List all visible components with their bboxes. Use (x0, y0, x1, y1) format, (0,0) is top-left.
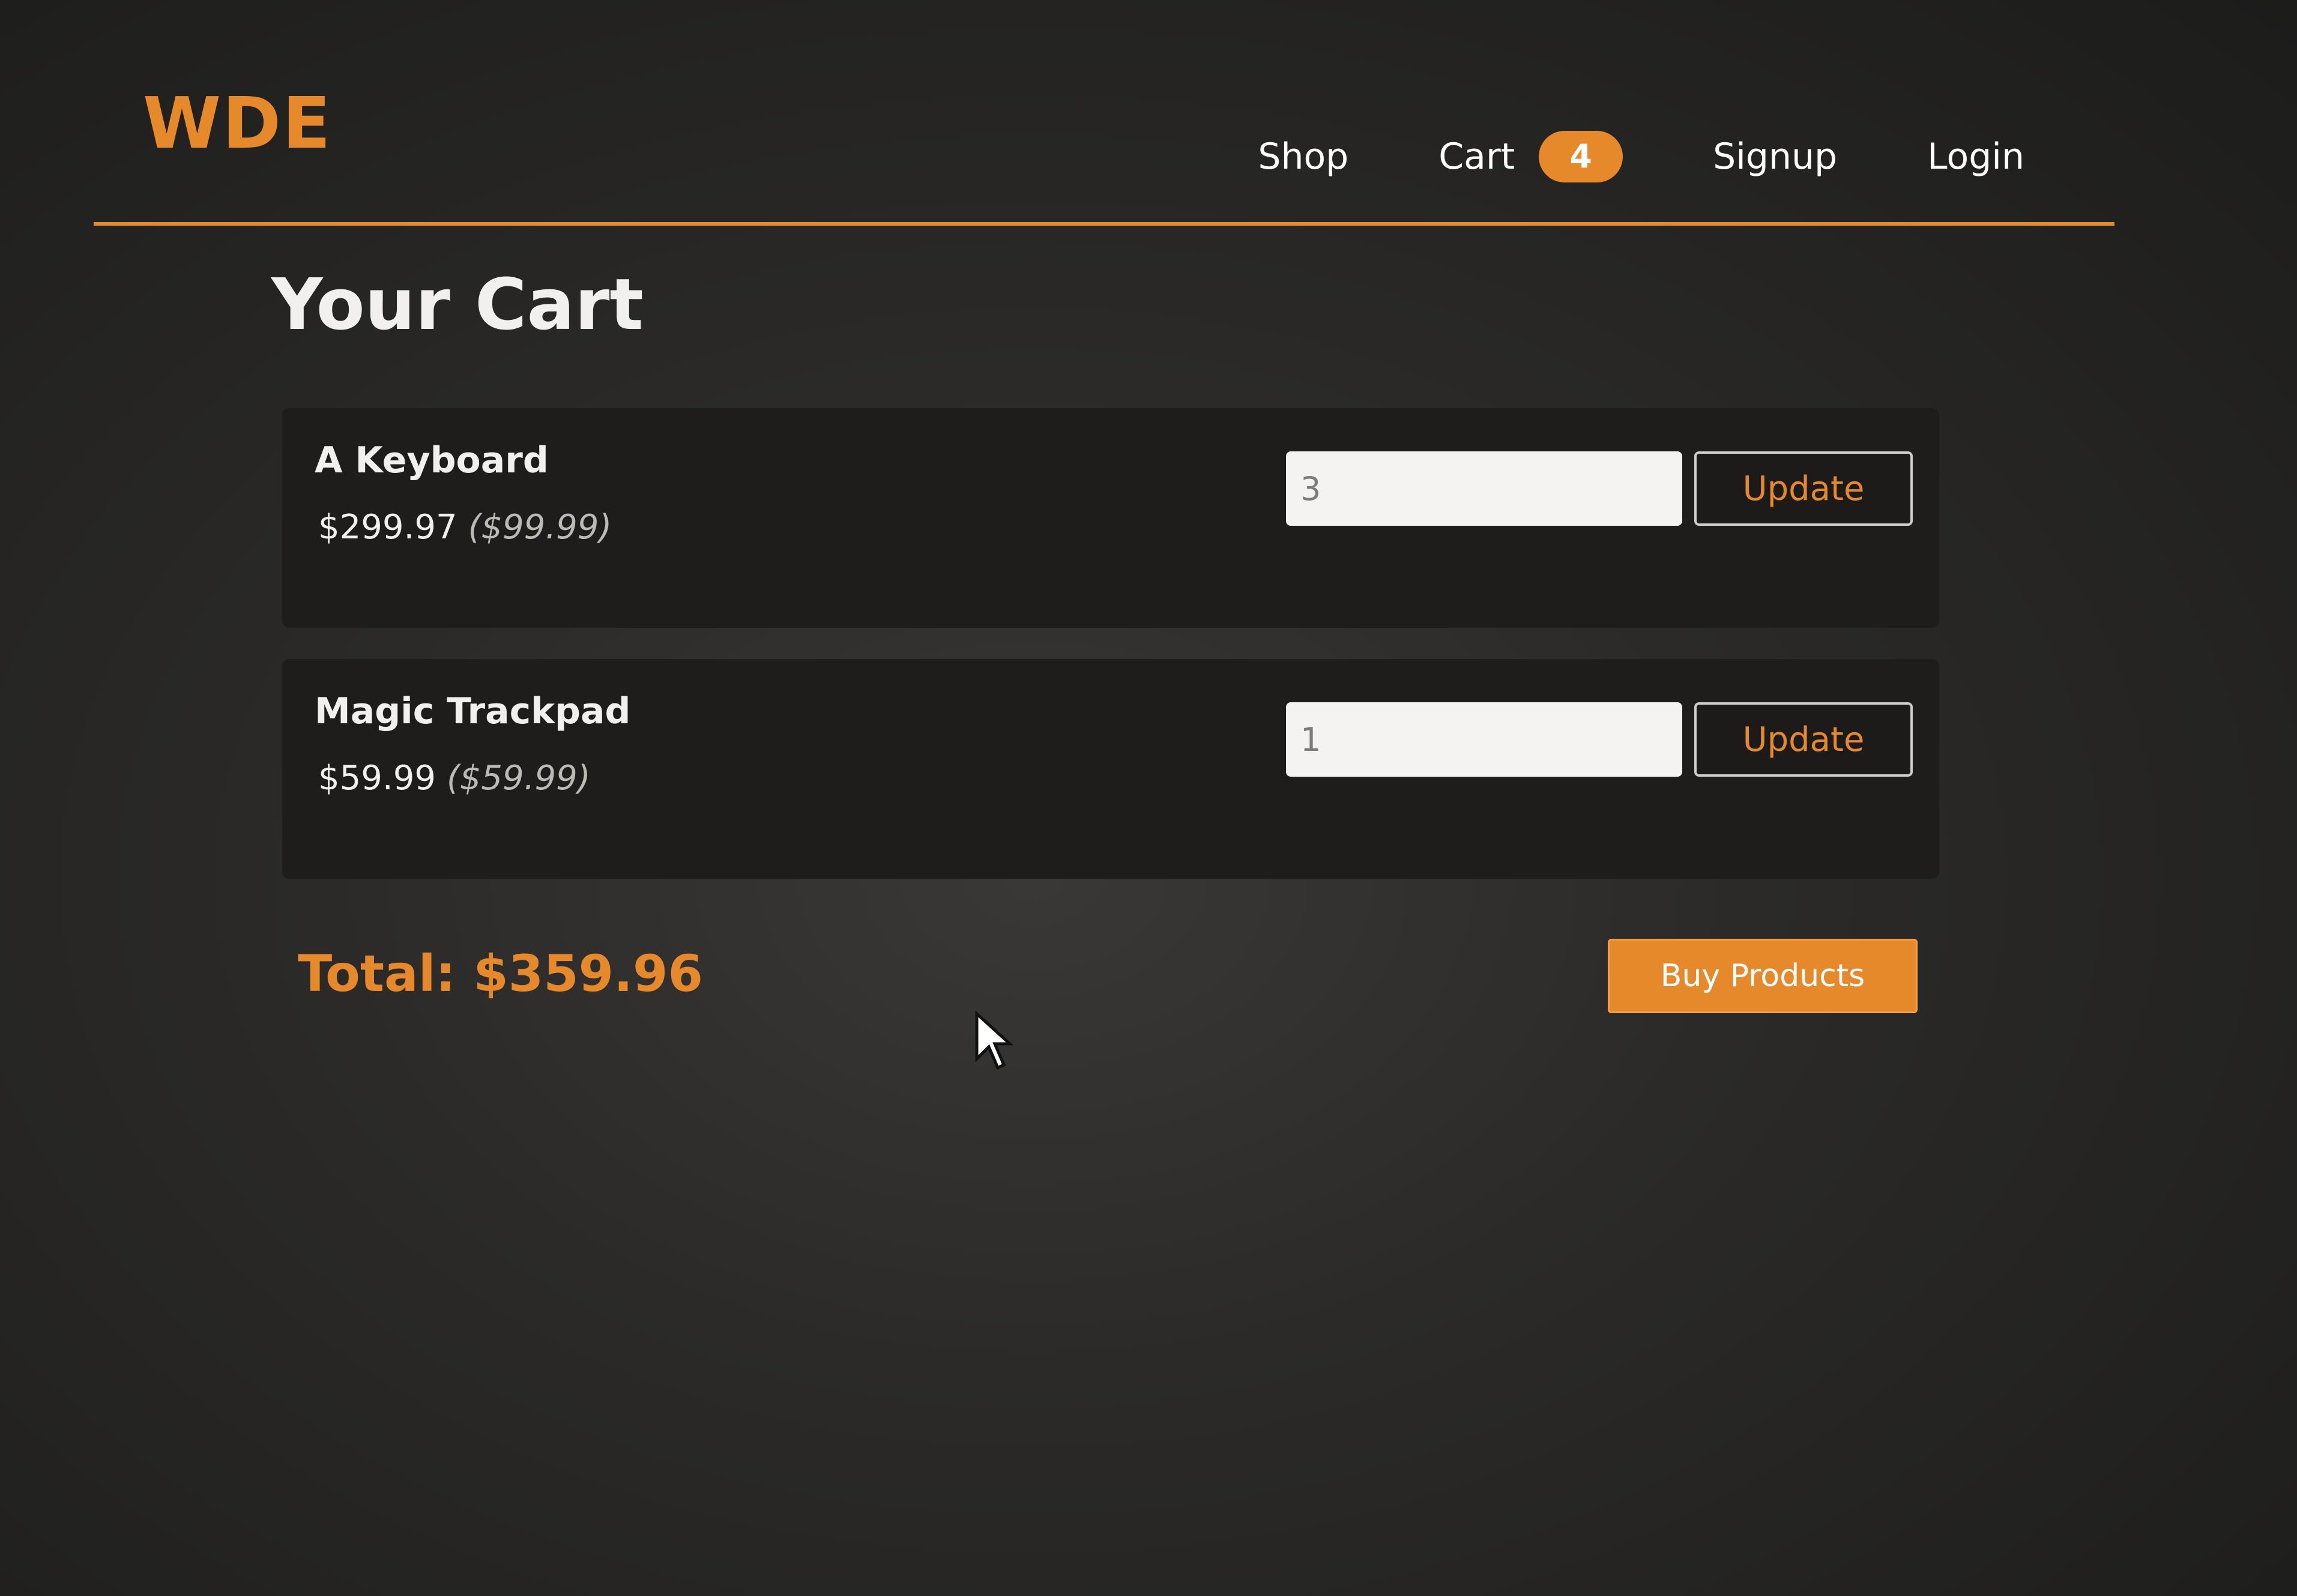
main-nav: Shop Cart 4 Signup Login (1258, 131, 2024, 182)
item-line-total: $299.97 (318, 508, 457, 547)
item-price: $299.97 ($99.99) (318, 508, 612, 547)
item-unit-price: ($99.99) (468, 508, 612, 547)
mouse-pointer-icon (975, 1011, 1014, 1070)
cart-items-list: A Keyboard $299.97 ($99.99) Update Magic … (282, 408, 1939, 910)
quantity-input[interactable] (1286, 451, 1682, 526)
item-unit-price: ($59.99) (446, 759, 591, 798)
item-price: $59.99 ($59.99) (318, 759, 591, 798)
cart-item: Magic Trackpad $59.99 ($59.99) Update (282, 659, 1939, 879)
cart-count-badge: 4 (1539, 131, 1623, 182)
cart-item: A Keyboard $299.97 ($99.99) Update (282, 408, 1939, 628)
update-button[interactable]: Update (1694, 451, 1913, 526)
nav-cart-label: Cart (1438, 136, 1515, 178)
nav-login[interactable]: Login (1927, 139, 2024, 175)
item-line-total: $59.99 (318, 759, 436, 798)
nav-shop[interactable]: Shop (1258, 139, 1348, 175)
page: WDE Shop Cart 4 Signup Login Your Cart A… (0, 0, 2297, 1596)
buy-products-button[interactable]: Buy Products (1608, 939, 1918, 1013)
quantity-input[interactable] (1286, 702, 1682, 777)
cart-total: Total: $359.96 (298, 944, 703, 1003)
update-button[interactable]: Update (1694, 702, 1913, 777)
nav-signup[interactable]: Signup (1713, 139, 1837, 175)
item-name: A Keyboard (315, 439, 549, 481)
site-header: WDE Shop Cart 4 Signup Login (94, 60, 2114, 226)
item-name: Magic Trackpad (315, 690, 631, 732)
brand-logo[interactable]: WDE (143, 88, 332, 158)
page-title: Your Cart (271, 263, 644, 346)
nav-cart[interactable]: Cart 4 (1438, 131, 1623, 182)
